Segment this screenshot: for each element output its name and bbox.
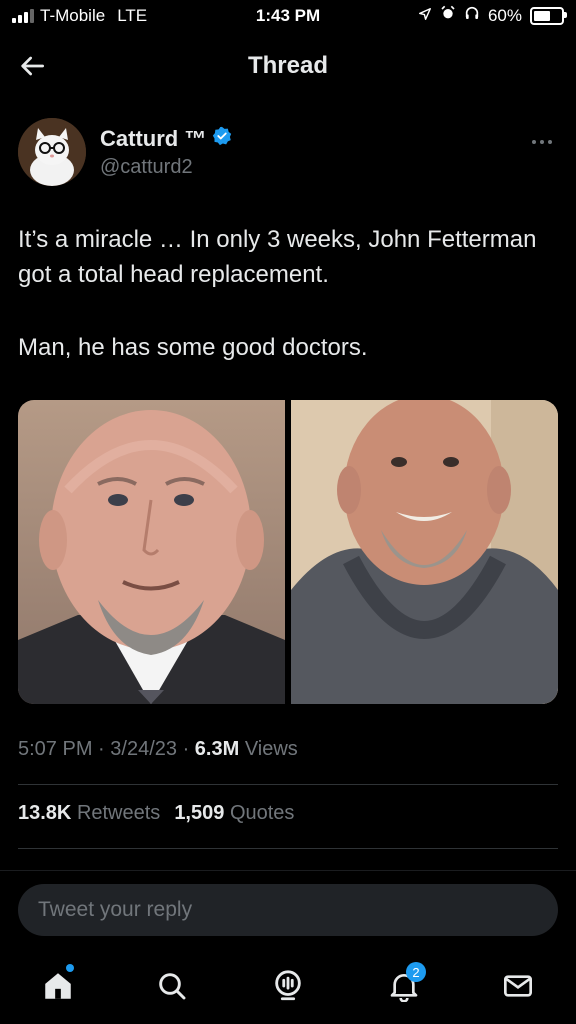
tweet-text: It’s a miracle … In only 3 weeks, John F… bbox=[18, 222, 558, 403]
divider bbox=[18, 848, 558, 849]
tweet-media bbox=[18, 400, 558, 704]
verified-badge-icon bbox=[212, 126, 232, 152]
views-label: Views bbox=[244, 738, 298, 760]
notifications-badge: 2 bbox=[406, 962, 426, 982]
page-title: Thread bbox=[247, 52, 328, 79]
headphones-icon bbox=[464, 5, 480, 26]
quotes-label: Quotes bbox=[229, 802, 295, 824]
quotes-stat[interactable]: 1,509 Quotes bbox=[174, 802, 294, 825]
thread-header: Thread bbox=[0, 40, 576, 90]
status-right: 60% bbox=[418, 5, 567, 26]
unread-dot bbox=[66, 964, 74, 972]
bottom-tab-bar: 2 bbox=[0, 952, 576, 1024]
author-handle[interactable]: @catturd2 bbox=[100, 156, 193, 179]
alarm-icon bbox=[440, 5, 456, 26]
media-photo[interactable] bbox=[18, 400, 285, 704]
author-name-text: Catturd ™ bbox=[100, 126, 207, 151]
divider bbox=[0, 870, 576, 871]
messages-icon[interactable] bbox=[494, 962, 542, 1010]
notifications-icon[interactable]: 2 bbox=[380, 962, 428, 1010]
reply-input[interactable] bbox=[18, 884, 558, 936]
battery-percent: 60% bbox=[487, 5, 522, 25]
author-name[interactable]: Catturd ™ bbox=[100, 126, 232, 152]
avatar[interactable] bbox=[18, 118, 86, 186]
location-icon bbox=[418, 6, 432, 26]
retweets-label: Retweets bbox=[76, 802, 161, 824]
reply-bar bbox=[18, 884, 558, 936]
divider bbox=[18, 784, 558, 785]
retweets-stat[interactable]: 13.8K Retweets bbox=[18, 802, 160, 825]
status-bar: T-Mobile LTE 1:43 PM 60% bbox=[0, 0, 576, 34]
tweet-author: Catturd ™ @catturd2 bbox=[18, 118, 558, 188]
battery-icon bbox=[530, 6, 567, 25]
tweet-text-line: It’s a miracle … In only 3 weeks, John F… bbox=[18, 226, 537, 288]
battery-fill bbox=[534, 10, 550, 21]
quotes-count: 1,509 bbox=[174, 802, 225, 824]
tweet-text-line: Man, he has some good doctors. bbox=[18, 334, 368, 361]
separator: · bbox=[182, 738, 195, 760]
separator: · bbox=[98, 738, 111, 760]
tweet-date[interactable]: 3/24/23 bbox=[110, 738, 177, 760]
tweet-stats: 13.8K Retweets 1,509 Quotes bbox=[18, 802, 294, 825]
spaces-icon[interactable] bbox=[264, 962, 312, 1010]
media-photo[interactable] bbox=[291, 400, 558, 704]
tweet-time[interactable]: 5:07 PM bbox=[18, 738, 92, 760]
tweet-meta: 5:07 PM · 3/24/23 · 6.3M Views bbox=[18, 738, 298, 761]
search-icon[interactable] bbox=[148, 962, 196, 1010]
retweets-count: 13.8K bbox=[18, 802, 72, 824]
home-icon[interactable] bbox=[34, 962, 82, 1010]
more-icon[interactable] bbox=[530, 130, 554, 151]
views-count: 6.3M bbox=[194, 738, 240, 760]
